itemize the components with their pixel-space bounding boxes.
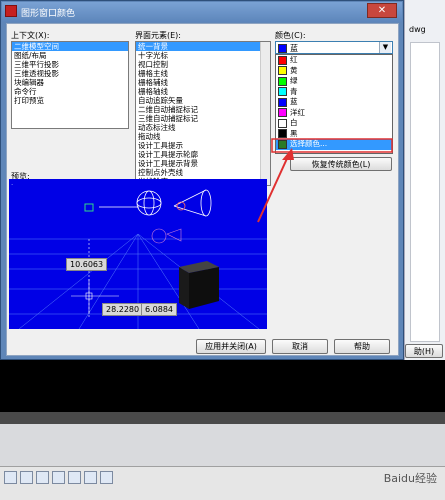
color-option-label: 红 [290, 55, 298, 64]
watermark: Baidu经验 [383, 472, 437, 485]
color-swatch-icon [278, 97, 287, 107]
dynamic-input-readout-1: 10.6063 [66, 258, 108, 271]
elements-item[interactable]: 设计工具提示轮廓 [136, 150, 270, 159]
background-list [410, 42, 440, 342]
color-swatch-icon [278, 55, 287, 65]
color-swatch-icon [278, 129, 287, 138]
context-item[interactable]: 三维透视投影 [12, 69, 128, 78]
color-option[interactable]: 青 [276, 87, 392, 98]
cancel-button[interactable]: 取消 [272, 339, 328, 354]
color-swatch-icon [278, 66, 287, 75]
color-option-label: 黑 [290, 128, 298, 138]
polar-toggle-icon[interactable] [52, 471, 65, 484]
elements-item[interactable]: 设计工具提示背景 [136, 159, 270, 168]
color-dropdown[interactable]: 蓝 ▼ [275, 41, 393, 54]
color-option[interactable]: 蓝 [276, 97, 392, 108]
elements-item[interactable]: 拖动线 [136, 132, 270, 141]
color-swatch-icon [278, 118, 287, 128]
status-bar: Baidu经验 [0, 466, 445, 500]
color-option-label: 黄 [290, 65, 298, 75]
elements-item[interactable]: 统一背景 [136, 42, 270, 51]
color-option[interactable]: 洋红 [276, 108, 392, 119]
color-option-label: 选择颜色... [290, 139, 328, 148]
color-swatch-icon [278, 139, 287, 149]
color-label: 颜色(C): [275, 31, 306, 40]
color-options-list[interactable]: 红黄绿青蓝洋红白黑选择颜色... [275, 54, 393, 154]
elements-item[interactable]: 自动追踪矢量 [136, 96, 270, 105]
color-swatch-icon [278, 108, 287, 117]
color-option[interactable]: 白 [276, 118, 392, 129]
ducs-toggle-icon[interactable] [100, 471, 113, 484]
wire-cone-icon [173, 189, 212, 217]
context-item[interactable]: 二维模型空间 [12, 42, 128, 51]
command-strip [0, 412, 445, 424]
elements-item[interactable]: 控制点外壳线 [136, 168, 270, 177]
color-option-label: 洋红 [290, 107, 305, 117]
window-title: 图形窗口颜色 [21, 9, 76, 19]
graphics-window-colors-dialog: 图形窗口颜色 ✕ 上下文(X): 二维模型空间 图纸/布局 三维平行投影 三维透视投影… [0, 0, 404, 360]
autocad-app-icon [5, 5, 17, 17]
color-option[interactable]: 黑 [276, 129, 392, 140]
preview-corner-text: · [11, 181, 14, 189]
elements-item[interactable]: 栅格主线 [136, 69, 270, 78]
ortho-toggle-icon[interactable] [36, 471, 49, 484]
osnap-toggle-icon[interactable] [68, 471, 81, 484]
elements-scrollbar[interactable] [260, 42, 270, 185]
command-area [0, 360, 445, 412]
wire-sphere-icon [136, 190, 162, 216]
selected-color-value: 蓝 [290, 44, 298, 53]
context-item[interactable]: 图纸/布局 [12, 51, 128, 60]
grid-toggle-icon[interactable] [20, 471, 33, 484]
context-listbox[interactable]: 二维模型空间 图纸/布局 三维平行投影 三维透视投影 块编辑器 命令行 打印预览 [11, 41, 129, 129]
apply-and-close-button[interactable]: 应用并关闭(A) [196, 339, 266, 354]
close-button[interactable]: ✕ [367, 3, 397, 18]
ghost-objects-icon [151, 228, 182, 244]
color-swatch-icon [278, 76, 287, 86]
restore-classic-colors-button[interactable]: 恢复传统颜色(L) [290, 157, 392, 171]
help-button[interactable]: 帮助 [334, 339, 390, 354]
elements-item[interactable]: 三维自动捕捉标记 [136, 114, 270, 123]
context-item[interactable]: 打印预览 [12, 96, 128, 105]
context-item[interactable]: 命令行 [12, 87, 128, 96]
background-panel: dwg 助(H) [404, 0, 445, 360]
color-option[interactable]: 绿 [276, 76, 392, 87]
context-item[interactable]: 三维平行投影 [12, 60, 128, 69]
interface-elements-listbox[interactable]: 统一背景 十字光标 视口控制 栅格主线 栅格辅线 栅格轴线 自动追踪矢量 二维自动捕捉标记 三维… [135, 41, 271, 186]
context-item[interactable]: 块编辑器 [12, 78, 128, 87]
dwg-label: dwg [409, 25, 426, 34]
solid-cube-icon [179, 261, 219, 309]
elements-item[interactable]: 栅格辅线 [136, 78, 270, 87]
elements-item[interactable]: 动态标注线 [136, 123, 270, 132]
context-label: 上下文(X): [11, 31, 50, 40]
color-option-label: 白 [290, 118, 298, 127]
color-option[interactable]: 黄 [276, 66, 392, 77]
selected-color-swatch [278, 44, 290, 53]
background-help-button[interactable]: 助(H) [405, 344, 443, 358]
color-option[interactable]: 红 [276, 55, 392, 66]
grip-square-icon [84, 203, 94, 212]
elements-item[interactable]: 十字光标 [136, 51, 270, 60]
color-option[interactable]: 选择颜色... [276, 139, 392, 150]
color-option-label: 青 [290, 86, 298, 96]
elements-item[interactable]: 二维自动捕捉标记 [136, 105, 270, 114]
elements-item[interactable]: 视口控制 [136, 60, 270, 69]
color-option-label: 绿 [290, 76, 298, 85]
chevron-down-icon[interactable]: ▼ [379, 42, 391, 53]
dynamic-input-readout-3: 6.0884 [141, 303, 177, 316]
layout-tabs-area [0, 424, 445, 466]
elements-item[interactable]: 栅格轴线 [136, 87, 270, 96]
otrack-toggle-icon[interactable] [84, 471, 97, 484]
interface-elements-label: 界面元素(E): [135, 31, 181, 40]
color-swatch-icon [278, 87, 287, 96]
color-option-label: 蓝 [290, 97, 298, 106]
snap-toggle-icon[interactable] [4, 471, 17, 484]
elements-item[interactable]: 设计工具提示 [136, 141, 270, 150]
preview-canvas: · 10.6063 28.2280 6.0884 [9, 179, 267, 329]
dynamic-input-readout-2: 28.2280 [102, 303, 144, 316]
